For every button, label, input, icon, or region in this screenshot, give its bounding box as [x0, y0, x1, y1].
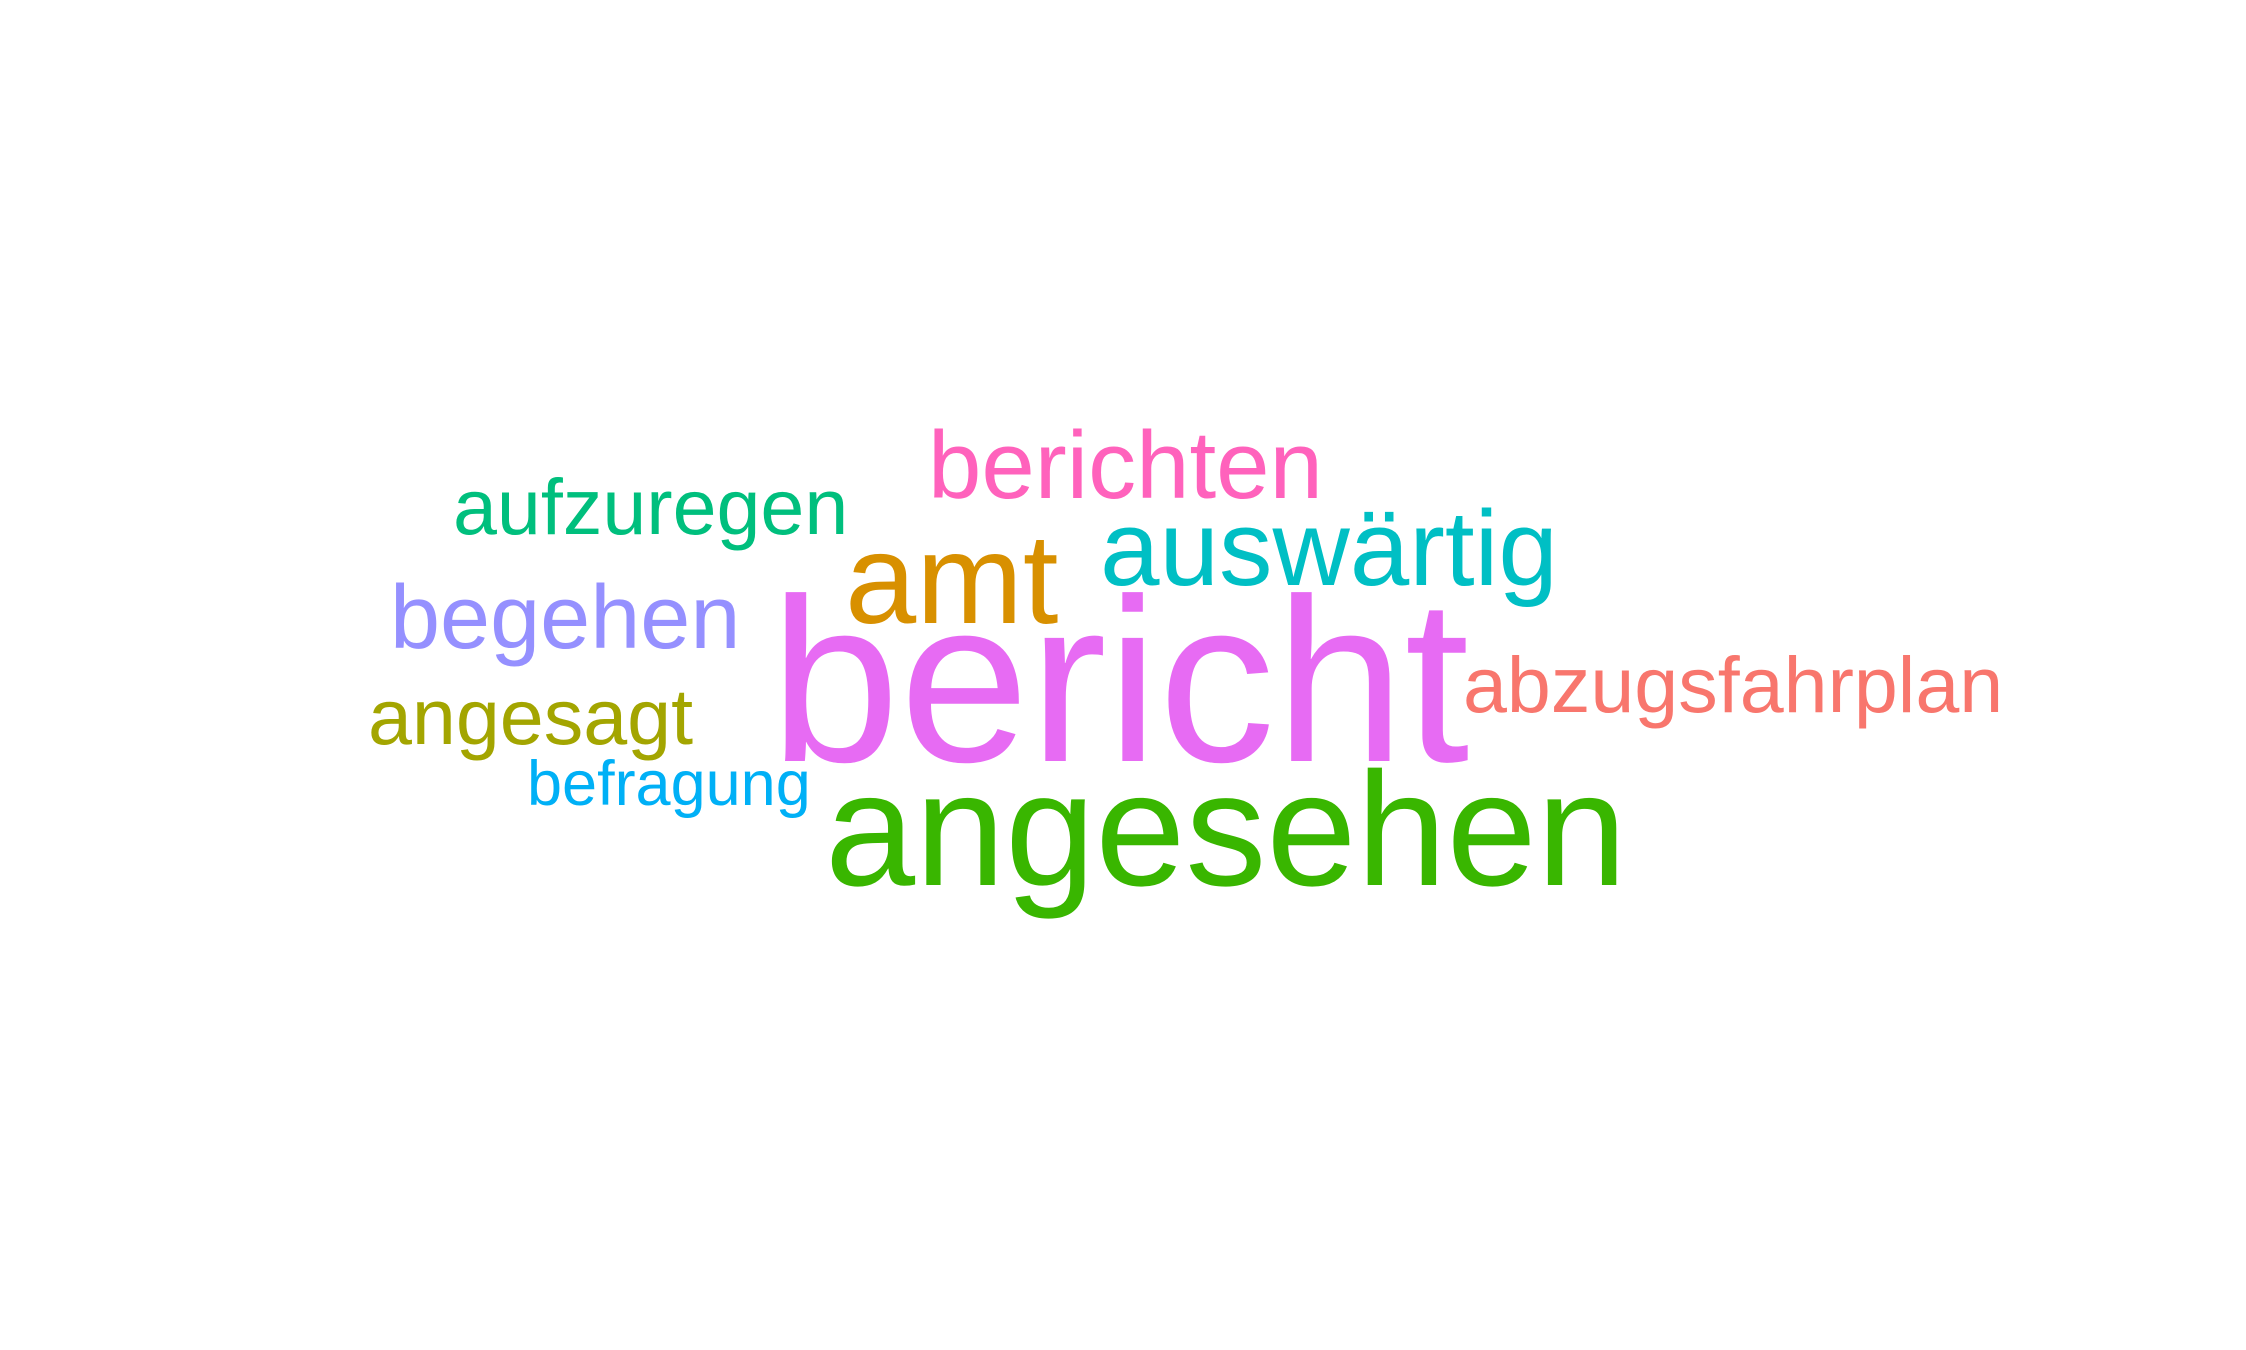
word-amt: amt: [845, 508, 1059, 651]
word-befragung: befragung: [527, 749, 811, 819]
word-angesagt: angesagt: [368, 672, 694, 761]
word-angesehen: angesehen: [825, 739, 1627, 920]
word-cloud-canvas: bericht angesehen amt auswärtig berichte…: [0, 0, 2246, 1350]
word-begehen: begehen: [390, 568, 741, 668]
word-berichten: berichten: [928, 412, 1323, 519]
word-aufzuregen: aufzuregen: [453, 462, 849, 551]
word-abzugsfahrplan: abzugsfahrplan: [1463, 640, 2004, 729]
